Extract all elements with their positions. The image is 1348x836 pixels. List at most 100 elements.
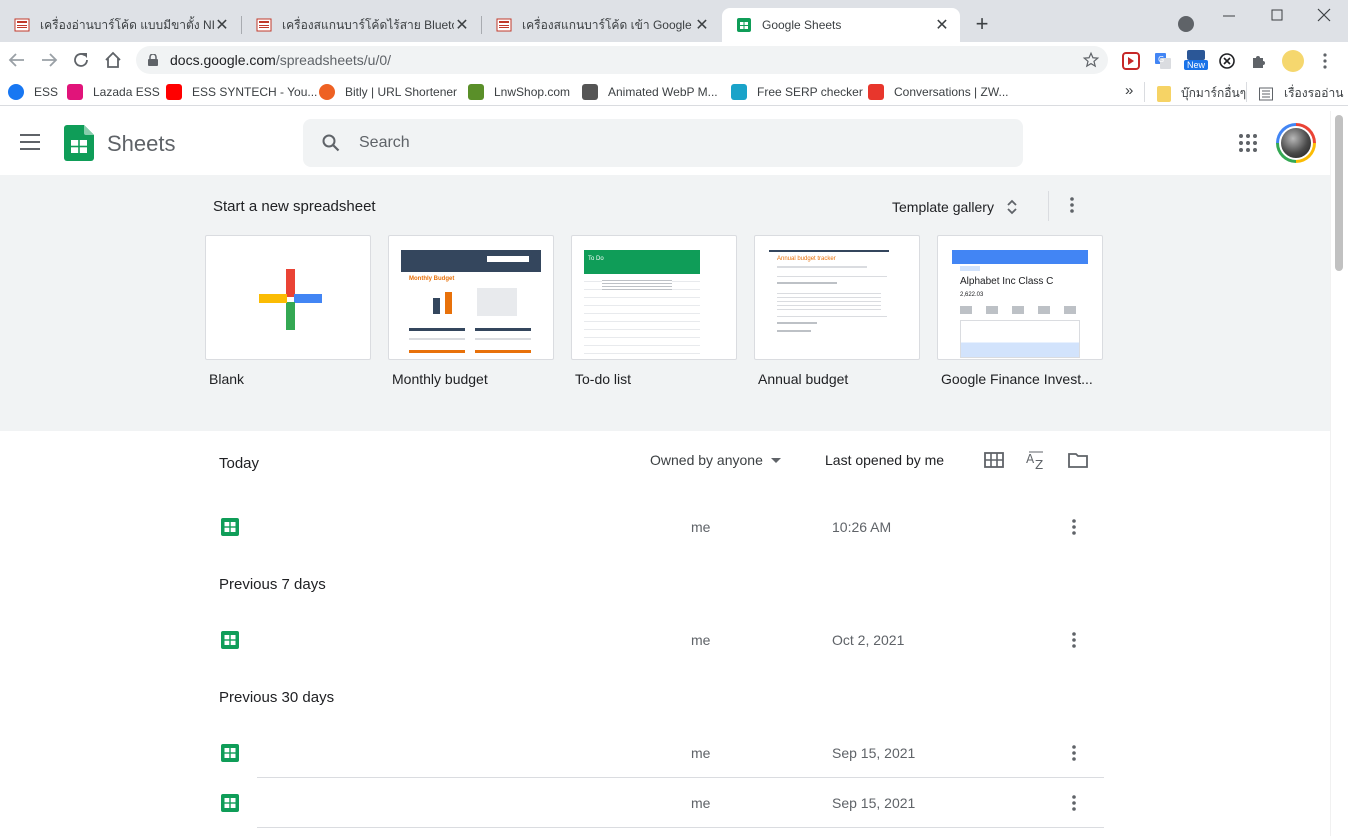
close-tab-icon[interactable]: ✕: [454, 15, 470, 35]
file-owner: me: [691, 795, 711, 811]
more-vert-icon[interactable]: [1064, 517, 1084, 537]
template-thumbnail[interactable]: Alphabet Inc Class C 2,622.03: [937, 235, 1103, 360]
profile-avatar-icon[interactable]: [1282, 50, 1304, 72]
bookmark-item[interactable]: Lazada ESS: [67, 84, 160, 100]
sheets-logo-icon[interactable]: [64, 125, 94, 161]
chrome-menu-icon[interactable]: [1316, 52, 1334, 70]
close-tab-icon[interactable]: ✕: [214, 15, 230, 35]
home-icon[interactable]: [101, 48, 125, 72]
spreadsheet-file-icon: [221, 794, 239, 812]
back-arrow-icon[interactable]: [5, 48, 29, 72]
bookmark-item[interactable]: LnwShop.com: [468, 84, 570, 100]
browser-tab[interactable]: เครื่องสแกนบาร์โค้ด เข้า Google Shee ✕: [482, 8, 720, 42]
template-thumbnail[interactable]: Monthly Budget: [388, 235, 554, 360]
search-icon[interactable]: [321, 133, 341, 153]
extension-circle-icon[interactable]: [1218, 52, 1236, 70]
file-row[interactable]: me Oct 2, 2021: [219, 615, 1104, 665]
main-menu-icon[interactable]: [20, 134, 40, 150]
template-thumbnail[interactable]: [205, 235, 371, 360]
address-url: docs.google.com/spreadsheets/u/0/: [170, 52, 391, 68]
webp-icon: [582, 84, 598, 100]
address-bar[interactable]: docs.google.com/spreadsheets/u/0/: [136, 46, 1108, 74]
more-vert-icon[interactable]: [1064, 743, 1084, 763]
bookmark-label: ESS SYNTECH - You...: [192, 85, 318, 99]
spreadsheet-file-icon: [221, 744, 239, 762]
close-window-icon[interactable]: [1314, 6, 1334, 26]
file-last-opened: Sep 15, 2021: [832, 795, 916, 811]
file-row[interactable]: me Sep 15, 2021: [219, 728, 1104, 778]
browser-tab[interactable]: เครื่องสแกนบาร์โค้ดไร้สาย Bluetooth ✕: [242, 8, 480, 42]
bookmark-item[interactable]: Animated WebP M...: [582, 84, 718, 100]
sort-az-icon[interactable]: AZ: [1025, 449, 1047, 471]
bookmark-item[interactable]: ESS SYNTECH - You...: [166, 84, 317, 100]
template-name: Blank: [209, 371, 245, 387]
maximize-window-icon[interactable]: [1267, 6, 1287, 26]
reading-list-button[interactable]: เรื่องรออ่าน: [1258, 84, 1343, 103]
bookmark-star-icon[interactable]: [1082, 51, 1100, 69]
row-divider: [257, 827, 1104, 828]
reload-icon[interactable]: [69, 48, 93, 72]
svg-text:Z: Z: [1035, 458, 1043, 471]
account-avatar[interactable]: [1276, 123, 1316, 163]
google-apps-icon[interactable]: [1238, 133, 1258, 153]
more-vert-icon[interactable]: [1064, 793, 1084, 813]
search-placeholder: Search: [359, 134, 410, 151]
search-box[interactable]: Search: [303, 119, 1023, 167]
youtube-icon: [166, 84, 182, 100]
scrollbar-thumb[interactable]: [1335, 115, 1343, 271]
more-vert-icon[interactable]: [1064, 630, 1084, 650]
tab-search-icon[interactable]: [1178, 16, 1194, 32]
bookmark-label: Lazada ESS: [93, 85, 160, 99]
file-row[interactable]: me Sep 15, 2021: [219, 778, 1104, 828]
template-annual-budget[interactable]: Annual budget tracker Annual budget: [754, 235, 920, 387]
other-bookmarks-folder[interactable]: บุ๊กมาร์กอื่นๆ: [1157, 84, 1246, 103]
bookmark-label: Conversations | ZW...: [894, 85, 1009, 99]
close-tab-icon[interactable]: ✕: [694, 15, 710, 35]
new-badge: New: [1184, 60, 1208, 70]
template-thumbnail[interactable]: Annual budget tracker: [754, 235, 920, 360]
template-thumbnail[interactable]: To Do: [571, 235, 737, 360]
file-owner: me: [691, 519, 711, 535]
browser-tab-active[interactable]: Google Sheets ✕: [722, 8, 960, 42]
extension-new-icon[interactable]: New: [1184, 50, 1208, 72]
extensions-puzzle-icon[interactable]: [1250, 52, 1268, 70]
bookmark-label: Bitly | URL Shortener: [345, 85, 458, 99]
owner-filter-dropdown[interactable]: Owned by anyone: [650, 452, 781, 468]
lnwshop-icon: [468, 84, 484, 100]
template-monthly-budget[interactable]: Monthly Budget Monthly budget: [388, 235, 554, 387]
google-translate-icon[interactable]: G: [1154, 52, 1172, 70]
file-last-opened: Sep 15, 2021: [832, 745, 916, 761]
section-today: Today: [219, 455, 260, 472]
bookmark-item[interactable]: ESS: [8, 84, 58, 100]
minimize-window-icon[interactable]: [1219, 6, 1239, 26]
file-row[interactable]: me 10:26 AM: [219, 502, 1104, 552]
sort-order-button[interactable]: Last opened by me: [825, 452, 944, 468]
more-vert-icon[interactable]: [1062, 195, 1082, 215]
section-previous-7-days: Previous 7 days: [219, 576, 326, 593]
zwiz-icon: [868, 84, 884, 100]
bookmark-item[interactable]: Conversations | ZW...: [868, 84, 1009, 100]
template-gallery-button[interactable]: Template gallery: [892, 198, 1018, 216]
page-scrollbar[interactable]: [1330, 111, 1348, 836]
bookmark-item[interactable]: Free SERP checker: [731, 84, 863, 100]
template-section: Start a new spreadsheet Template gallery…: [0, 175, 1330, 431]
reading-list-icon: [1259, 87, 1273, 100]
bookmark-label: บุ๊กมาร์กอื่นๆ: [1181, 86, 1247, 100]
template-todo-list[interactable]: To Do To-do list: [571, 235, 737, 387]
lock-icon[interactable]: [148, 54, 158, 66]
folder-picker-icon[interactable]: [1067, 449, 1089, 471]
bookmark-item[interactable]: Bitly | URL Shortener: [319, 84, 457, 100]
template-name: Monthly budget: [392, 371, 488, 387]
grid-view-icon[interactable]: [983, 449, 1005, 471]
extension-red-icon[interactable]: [1122, 52, 1140, 70]
template-google-finance[interactable]: Alphabet Inc Class C 2,622.03 Google Fin…: [937, 235, 1103, 387]
template-blank[interactable]: Blank: [205, 235, 371, 387]
bookmarks-overflow-button[interactable]: »: [1125, 82, 1133, 99]
forward-arrow-icon[interactable]: [37, 48, 61, 72]
close-tab-icon[interactable]: ✕: [934, 15, 950, 35]
google-sheets-favicon-icon: [737, 18, 751, 32]
browser-tab[interactable]: เครื่องอ่านบาร์โค้ด แบบมีขาตั้ง NITA 2 ✕: [0, 8, 240, 42]
new-tab-button[interactable]: +: [970, 12, 994, 36]
file-last-opened: Oct 2, 2021: [832, 632, 905, 648]
address-path: /spreadsheets/u/0/: [275, 52, 392, 68]
